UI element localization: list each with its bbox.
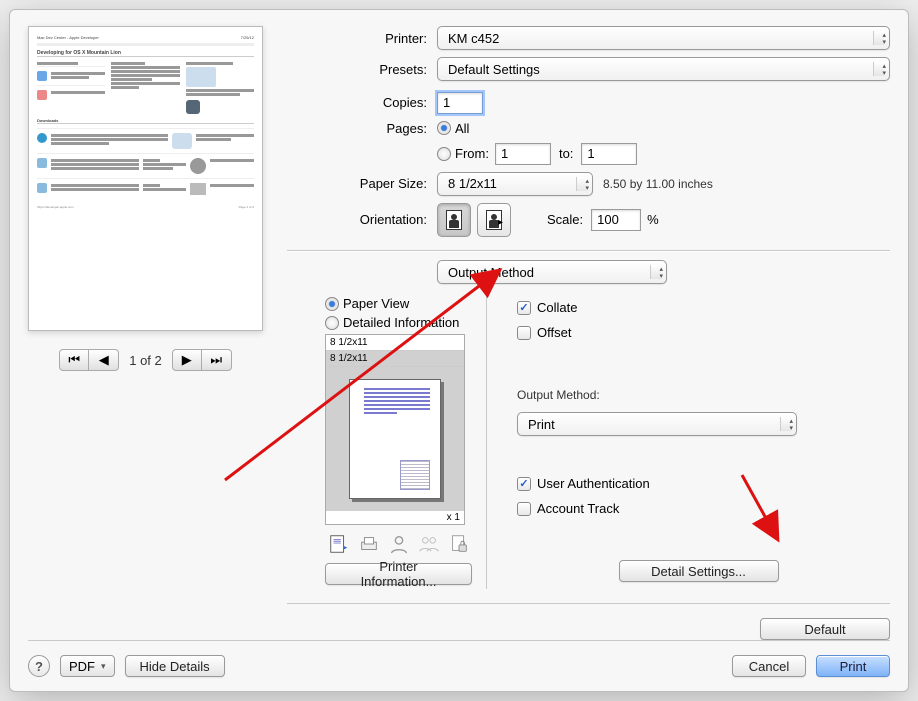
paper-dim-note: 8.50 by 11.00 inches: [603, 177, 713, 191]
print-button[interactable]: Print: [816, 655, 890, 677]
user-auth-checkbox[interactable]: [517, 477, 531, 491]
scale-field[interactable]: [591, 209, 641, 231]
page-indicator: 1 of 2: [129, 353, 162, 368]
print-dialog: Mac Dev Center - Apple Developer7/25/12 …: [9, 9, 909, 692]
person-icon[interactable]: [387, 531, 411, 557]
default-button[interactable]: Default: [760, 618, 890, 640]
preview-page: Mac Dev Center - Apple Developer7/25/12 …: [28, 26, 263, 331]
dialog-footer: ? PDF Hide Details Cancel Print: [28, 640, 890, 677]
pages-all-label: All: [455, 121, 469, 136]
output-method-select[interactable]: Print: [517, 412, 797, 436]
orientation-label: Orientation:: [287, 212, 437, 227]
pages-to-field[interactable]: [581, 143, 637, 165]
group-icon[interactable]: [417, 531, 441, 557]
detailed-info-radio[interactable]: [325, 316, 339, 330]
orientation-portrait[interactable]: [437, 203, 471, 237]
last-page-button[interactable]: ⏭: [202, 349, 232, 371]
printer-select[interactable]: KM c452: [437, 26, 890, 50]
tray-icon[interactable]: [357, 531, 381, 557]
offset-checkbox[interactable]: [517, 326, 531, 340]
presets-label: Presets:: [287, 62, 437, 77]
collate-checkbox[interactable]: [517, 301, 531, 315]
paper-view-radio[interactable]: [325, 297, 339, 311]
pdf-menu-button[interactable]: PDF: [60, 655, 115, 677]
print-options: Printer: KM c452 Presets: Default Settin…: [287, 26, 890, 640]
options-section-select[interactable]: Output Method: [437, 260, 667, 284]
account-track-checkbox[interactable]: [517, 502, 531, 516]
presets-select[interactable]: Default Settings: [437, 57, 890, 81]
pages-to-label: to:: [559, 146, 573, 161]
pages-from-radio[interactable]: [437, 147, 451, 161]
pages-label: Pages:: [287, 121, 437, 136]
hide-details-button[interactable]: Hide Details: [125, 655, 225, 677]
pages-all-radio[interactable]: [437, 121, 451, 135]
orientation-landscape[interactable]: ▸: [477, 203, 511, 237]
output-method-label: Output Method:: [517, 388, 880, 402]
pages-from-field[interactable]: [495, 143, 551, 165]
copies-label: Copies:: [287, 95, 437, 110]
lock-doc-icon[interactable]: [447, 531, 471, 557]
help-button[interactable]: ?: [28, 655, 50, 677]
printer-info-button[interactable]: Printer Information...: [325, 563, 472, 585]
printer-label: Printer:: [287, 31, 437, 46]
pages-from-label: From:: [455, 146, 489, 161]
paper-size-select[interactable]: 8 1/2x11: [437, 172, 593, 196]
next-page-button[interactable]: ▶: [172, 349, 202, 371]
paper-size-label: Paper Size:: [287, 176, 437, 191]
print-preview-pane: Mac Dev Center - Apple Developer7/25/12 …: [28, 26, 263, 640]
copies-field[interactable]: [437, 92, 483, 114]
scale-label: Scale:: [547, 212, 583, 227]
first-page-button[interactable]: ⏮: [59, 349, 89, 371]
cancel-button[interactable]: Cancel: [732, 655, 806, 677]
detail-settings-button[interactable]: Detail Settings...: [619, 560, 779, 582]
scale-percent: %: [647, 212, 659, 227]
prev-page-button[interactable]: ◀: [89, 349, 119, 371]
preview-title: Developing for OS X Mountain Lion: [37, 50, 254, 57]
preview-pager: ⏮ ◀ 1 of 2 ▶ ⏭: [59, 349, 232, 371]
paper-view-panel: Paper View Detailed Information 8 1/2x11…: [287, 292, 487, 589]
paper-preview: 8 1/2x11 8 1/2x11 x 1: [325, 334, 465, 525]
page-layout-icon[interactable]: [327, 531, 351, 557]
